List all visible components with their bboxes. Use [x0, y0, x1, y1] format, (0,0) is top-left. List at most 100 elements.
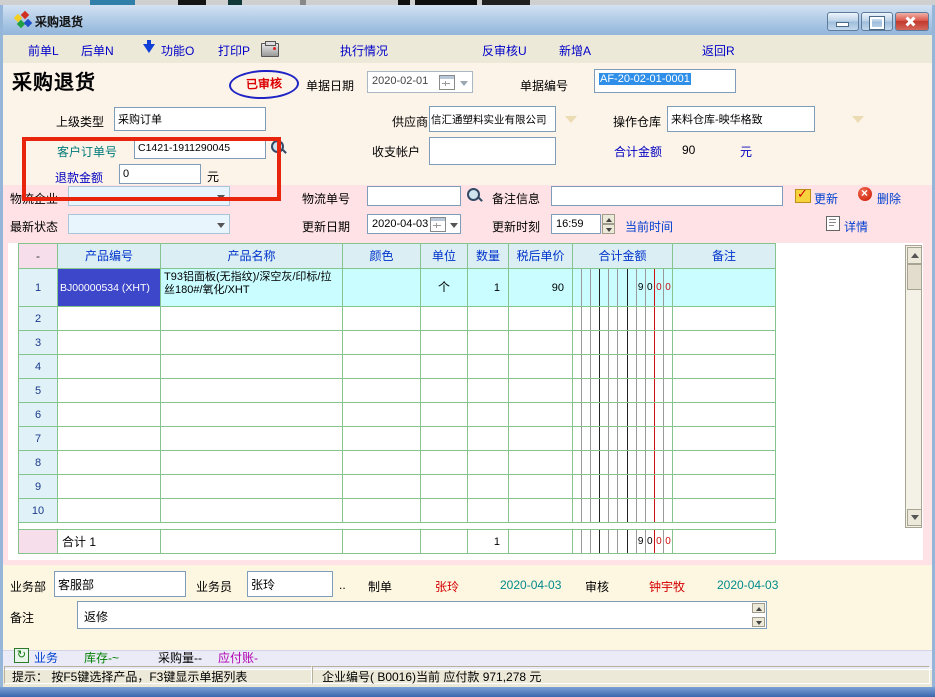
- cell-amount[interactable]: [573, 331, 673, 355]
- remark-scroll-buttons[interactable]: [752, 603, 765, 627]
- chevron-down-icon[interactable]: [450, 223, 458, 228]
- table-row[interactable]: 3: [19, 331, 777, 355]
- scroll-down-button[interactable]: [907, 509, 922, 526]
- warehouse-dropdown-icon[interactable]: [852, 116, 864, 123]
- close-button[interactable]: [895, 12, 929, 31]
- cell[interactable]: [673, 269, 776, 307]
- cell-amount[interactable]: 9000: [573, 269, 673, 307]
- cell[interactable]: [421, 379, 468, 403]
- cell[interactable]: [58, 307, 161, 331]
- table-row[interactable]: 1BJ00000534 (XHT)T93铝面板(无指纹)/深空灰/印标/拉丝18…: [19, 269, 777, 307]
- cell[interactable]: [509, 427, 573, 451]
- table-vertical-scrollbar[interactable]: [905, 245, 922, 528]
- parent-type-input[interactable]: [114, 107, 266, 131]
- cell[interactable]: [343, 427, 421, 451]
- cell[interactable]: 个: [421, 269, 468, 307]
- cell[interactable]: [58, 475, 161, 499]
- supplier-input[interactable]: [429, 106, 556, 132]
- supplier-dropdown-icon[interactable]: [565, 116, 577, 123]
- calendar-icon[interactable]: [430, 217, 446, 232]
- cell[interactable]: [343, 379, 421, 403]
- cell[interactable]: [343, 403, 421, 427]
- cell[interactable]: [468, 307, 509, 331]
- cell-amount[interactable]: [573, 355, 673, 379]
- update-date-field[interactable]: 2020-04-03: [367, 214, 461, 234]
- cell[interactable]: [468, 403, 509, 427]
- cell[interactable]: [161, 451, 343, 475]
- cell[interactable]: [421, 403, 468, 427]
- calendar-icon[interactable]: [439, 75, 455, 90]
- link-business[interactable]: 业务: [34, 649, 58, 666]
- table-row[interactable]: 5: [19, 379, 777, 403]
- time-spinner[interactable]: [602, 214, 615, 234]
- cell[interactable]: [509, 403, 573, 427]
- cell-amount[interactable]: [573, 307, 673, 331]
- table-row[interactable]: 9: [19, 475, 777, 499]
- cell[interactable]: [421, 427, 468, 451]
- cell-amount[interactable]: [573, 451, 673, 475]
- cell[interactable]: 1: [468, 269, 509, 307]
- cell[interactable]: [161, 403, 343, 427]
- cell[interactable]: [161, 307, 343, 331]
- tracking-search-icon[interactable]: [467, 188, 480, 201]
- table-row[interactable]: 7: [19, 427, 777, 451]
- cell[interactable]: [468, 331, 509, 355]
- cell[interactable]: [421, 355, 468, 379]
- scroll-up-button[interactable]: [907, 247, 922, 264]
- printer-icon[interactable]: [261, 43, 279, 57]
- cell[interactable]: [161, 427, 343, 451]
- doc-no-field[interactable]: AF-20-02-01-0001: [594, 69, 736, 93]
- table-row[interactable]: 10: [19, 499, 777, 523]
- cell[interactable]: [58, 379, 161, 403]
- table-row[interactable]: 8: [19, 451, 777, 475]
- cell[interactable]: [161, 379, 343, 403]
- cell[interactable]: [421, 475, 468, 499]
- menu-return[interactable]: 返回R: [702, 42, 735, 59]
- link-payable[interactable]: 应付账-: [218, 649, 258, 666]
- cell[interactable]: [509, 331, 573, 355]
- cell[interactable]: [468, 379, 509, 403]
- menu-next-doc[interactable]: 后单N: [81, 42, 114, 59]
- cell[interactable]: [509, 451, 573, 475]
- cell[interactable]: [343, 355, 421, 379]
- current-time-link[interactable]: 当前时间: [625, 218, 673, 235]
- cell[interactable]: [673, 499, 776, 523]
- customer-order-input[interactable]: [134, 137, 266, 159]
- menu-exec-status[interactable]: 执行情况: [340, 42, 388, 59]
- cell[interactable]: [673, 307, 776, 331]
- cell[interactable]: [673, 355, 776, 379]
- cell[interactable]: [421, 499, 468, 523]
- update-time-field[interactable]: 16:59: [551, 214, 601, 234]
- warehouse-input[interactable]: [667, 106, 815, 132]
- scroll-thumb[interactable]: [907, 264, 922, 290]
- cell[interactable]: [343, 451, 421, 475]
- logistics-company-select[interactable]: [68, 186, 230, 206]
- titlebar[interactable]: 采购退货: [3, 5, 932, 36]
- cell[interactable]: [161, 499, 343, 523]
- menu-add-new[interactable]: 新增A: [559, 42, 591, 59]
- tracking-no-input[interactable]: [367, 186, 461, 206]
- detail-link[interactable]: 详情: [844, 218, 868, 235]
- cell[interactable]: [509, 355, 573, 379]
- cell[interactable]: [58, 427, 161, 451]
- cell-amount[interactable]: [573, 427, 673, 451]
- doc-date-field[interactable]: 2020-02-01: [367, 71, 473, 93]
- menu-print[interactable]: 打印P: [218, 42, 250, 59]
- cell[interactable]: [509, 379, 573, 403]
- cell[interactable]: [343, 307, 421, 331]
- cell[interactable]: [58, 331, 161, 355]
- refund-input[interactable]: [119, 164, 201, 184]
- note-info-input[interactable]: [551, 186, 783, 206]
- cell-amount[interactable]: [573, 379, 673, 403]
- cell[interactable]: [468, 499, 509, 523]
- cell[interactable]: [421, 307, 468, 331]
- cell[interactable]: [673, 427, 776, 451]
- delete-button[interactable]: 删除: [877, 190, 901, 207]
- table-row[interactable]: 6: [19, 403, 777, 427]
- cell[interactable]: [58, 451, 161, 475]
- cell-amount[interactable]: [573, 403, 673, 427]
- cell[interactable]: T93铝面板(无指纹)/深空灰/印标/拉丝180#/氧化/XHT: [161, 269, 343, 307]
- cell[interactable]: [421, 451, 468, 475]
- cell[interactable]: 90: [509, 269, 573, 307]
- cell-amount[interactable]: [573, 475, 673, 499]
